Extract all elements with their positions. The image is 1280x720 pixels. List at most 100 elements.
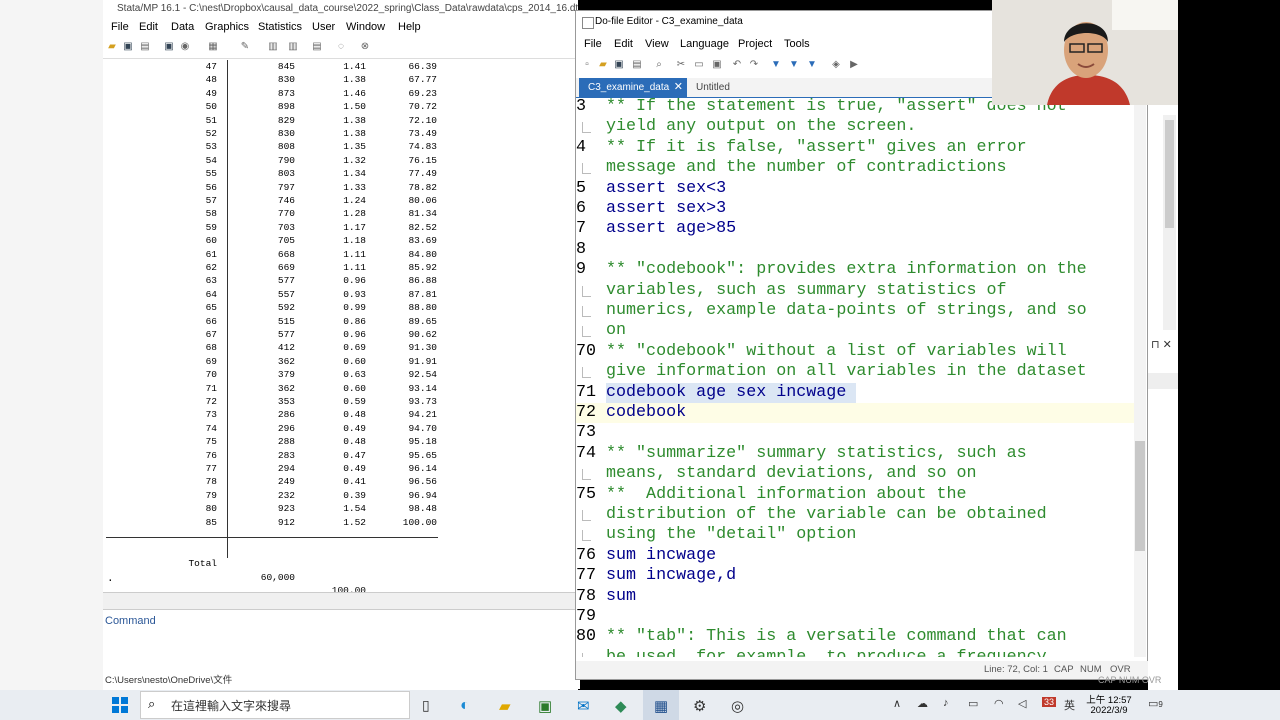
variables-scroll-thumb[interactable] bbox=[1165, 120, 1174, 228]
mail-icon[interactable]: ✉ bbox=[577, 697, 590, 715]
code-line[interactable]: 78 sum bbox=[576, 587, 1136, 607]
code-line[interactable]: 74 ** "summarize" summary statistics, suc… bbox=[576, 444, 1136, 464]
code-line[interactable]: distribution of the variable can be obta… bbox=[576, 505, 1136, 525]
execute-icon[interactable]: ▶ bbox=[848, 59, 860, 71]
editor-menu-tools[interactable]: Tools bbox=[784, 38, 810, 50]
volume-icon[interactable]: ◁ bbox=[1018, 697, 1026, 710]
code-line[interactable]: 76 sum incwage bbox=[576, 546, 1136, 566]
editor-menu-file[interactable]: File bbox=[584, 38, 602, 50]
editor-menu-language[interactable]: Language bbox=[680, 38, 729, 50]
code-line[interactable]: 8 bbox=[576, 240, 1136, 260]
tab-c3-examine-data[interactable]: C3_examine_data ✕ bbox=[579, 78, 687, 97]
menu-window[interactable]: Window bbox=[346, 21, 385, 33]
cut-icon[interactable]: ✂ bbox=[675, 59, 687, 71]
code-line[interactable]: 7 assert age>85 bbox=[576, 219, 1136, 239]
code-line[interactable]: 72 codebook bbox=[576, 403, 1136, 424]
microphone-icon[interactable]: ♪ bbox=[943, 697, 949, 709]
pin-icon[interactable]: ⊓ ✕ bbox=[1151, 338, 1172, 351]
copy-icon[interactable]: ▭ bbox=[693, 59, 705, 71]
save-icon[interactable]: ▣ bbox=[122, 41, 134, 53]
show-icon[interactable]: ◈ bbox=[830, 59, 842, 71]
editor-scroll-thumb[interactable] bbox=[1135, 441, 1145, 551]
code-line[interactable]: give information on all variables in the… bbox=[576, 362, 1136, 382]
code-line[interactable]: on bbox=[576, 321, 1136, 341]
code-line[interactable]: variables, such as summary statistics of bbox=[576, 281, 1136, 301]
open-icon[interactable]: ▰ bbox=[106, 41, 118, 53]
code-line[interactable]: 70 ** "codebook" without a list of variab… bbox=[576, 342, 1136, 362]
app-icon[interactable]: ◆ bbox=[615, 697, 627, 715]
editor-scrollbar[interactable] bbox=[1134, 97, 1146, 657]
file-explorer-icon[interactable]: ▰ bbox=[499, 697, 511, 715]
code-line[interactable]: 6 assert sex>3 bbox=[576, 199, 1136, 219]
code-line[interactable]: 71 codebook age sex incwage bbox=[576, 382, 1136, 403]
menu-file[interactable]: File bbox=[111, 21, 129, 33]
next-bookmark-icon[interactable]: ▼ bbox=[806, 59, 818, 71]
battery-icon[interactable]: ▭ bbox=[968, 697, 978, 710]
variables-manager-icon[interactable]: ▤ bbox=[311, 41, 323, 53]
menu-data[interactable]: Data bbox=[171, 21, 194, 33]
prev-bookmark-icon[interactable]: ▼ bbox=[788, 59, 800, 71]
print-icon[interactable]: ▤ bbox=[139, 41, 151, 53]
menu-edit[interactable]: Edit bbox=[139, 21, 158, 33]
code-line[interactable]: 9 ** "codebook": provides extra informati… bbox=[576, 260, 1136, 280]
print-file-icon[interactable]: ▤ bbox=[631, 59, 643, 71]
start-icon[interactable] bbox=[112, 697, 128, 716]
code-line[interactable]: 79 bbox=[576, 607, 1136, 627]
code-line[interactable]: using the "detail" option bbox=[576, 525, 1136, 545]
wrap-marker-icon bbox=[582, 652, 591, 657]
wifi-icon[interactable]: ◠ bbox=[994, 697, 1004, 710]
results-cell-percent: 0.86 bbox=[343, 315, 366, 327]
find-icon[interactable]: ⌕ bbox=[653, 59, 665, 71]
more-icon[interactable]: ◌ bbox=[335, 41, 347, 53]
editor-menu-edit[interactable]: Edit bbox=[614, 38, 633, 50]
code-line[interactable]: 5 assert sex<3 bbox=[576, 179, 1136, 199]
code-line[interactable]: 4 ** If it is false, "assert" gives an er… bbox=[576, 138, 1136, 158]
code-line[interactable]: 80 ** "tab": This is a versatile command … bbox=[576, 627, 1136, 647]
menu-statistics[interactable]: Statistics bbox=[258, 21, 302, 33]
bookmark-icon[interactable]: ▼ bbox=[770, 59, 782, 71]
data-browser-icon[interactable]: ▥ bbox=[287, 41, 299, 53]
obs-icon[interactable]: ◎ bbox=[731, 697, 744, 715]
code-line[interactable]: be used, for example, to produce a frequ… bbox=[576, 648, 1136, 657]
code-line[interactable]: numerics, example data-points of strings… bbox=[576, 301, 1136, 321]
code-line[interactable]: message and the number of contradictions bbox=[576, 158, 1136, 178]
badge-icon[interactable]: 33 bbox=[1042, 697, 1057, 707]
editor-menu-view[interactable]: View bbox=[645, 38, 669, 50]
redo-icon[interactable]: ↷ bbox=[748, 59, 760, 71]
do-editor-icon[interactable]: ✎ bbox=[239, 41, 251, 53]
close-icon[interactable]: ✕ bbox=[674, 78, 683, 97]
open-file-icon[interactable]: ▰ bbox=[597, 59, 609, 71]
paste-icon[interactable]: ▣ bbox=[711, 59, 723, 71]
clock-time[interactable]: 上午 12:57 bbox=[1085, 692, 1133, 706]
code-line[interactable]: means, standard deviations, and so on bbox=[576, 464, 1136, 484]
editor-menu-project[interactable]: Project bbox=[738, 38, 772, 50]
code-line[interactable]: 77 sum incwage,d bbox=[576, 566, 1136, 586]
command-input[interactable] bbox=[103, 630, 578, 670]
graph-icon[interactable]: ▦ bbox=[207, 41, 219, 53]
cloud-icon[interactable]: ☁ bbox=[917, 697, 928, 710]
menu-user[interactable]: User bbox=[312, 21, 335, 33]
store-icon[interactable]: ▣ bbox=[538, 697, 552, 715]
break-icon[interactable]: ⊗ bbox=[359, 41, 371, 53]
undo-icon[interactable]: ↶ bbox=[731, 59, 743, 71]
ime-indicator[interactable]: 英 bbox=[1064, 697, 1075, 713]
menu-help[interactable]: Help bbox=[398, 21, 421, 33]
tab-untitled[interactable]: Untitled bbox=[696, 78, 730, 97]
notification-icon[interactable]: ▭9 bbox=[1148, 697, 1163, 710]
menu-graphics[interactable]: Graphics bbox=[205, 21, 249, 33]
settings-icon[interactable]: ⚙ bbox=[693, 697, 706, 715]
task-view-icon[interactable]: ▯ bbox=[422, 697, 430, 714]
code-area[interactable]: 3 ** If the statement is true, "assert" d… bbox=[576, 97, 1136, 657]
results-command-splitter[interactable] bbox=[103, 592, 578, 610]
clock-date[interactable]: 2022/3/9 bbox=[1085, 705, 1133, 716]
viewer-icon[interactable]: ◉ bbox=[179, 41, 191, 53]
save-file-icon[interactable]: ▣ bbox=[613, 59, 625, 71]
code-line[interactable]: 73 bbox=[576, 423, 1136, 443]
code-line[interactable]: 75 ** Additional information about the bbox=[576, 485, 1136, 505]
log-icon[interactable]: ▣ bbox=[163, 41, 175, 53]
code-line[interactable]: yield any output on the screen. bbox=[576, 117, 1136, 137]
edge-icon[interactable]: ◐ bbox=[460, 697, 470, 715]
data-editor-icon[interactable]: ▥ bbox=[267, 41, 279, 53]
chevron-up-icon[interactable]: ∧ bbox=[893, 697, 901, 710]
new-file-icon[interactable]: ▫ bbox=[581, 59, 593, 71]
